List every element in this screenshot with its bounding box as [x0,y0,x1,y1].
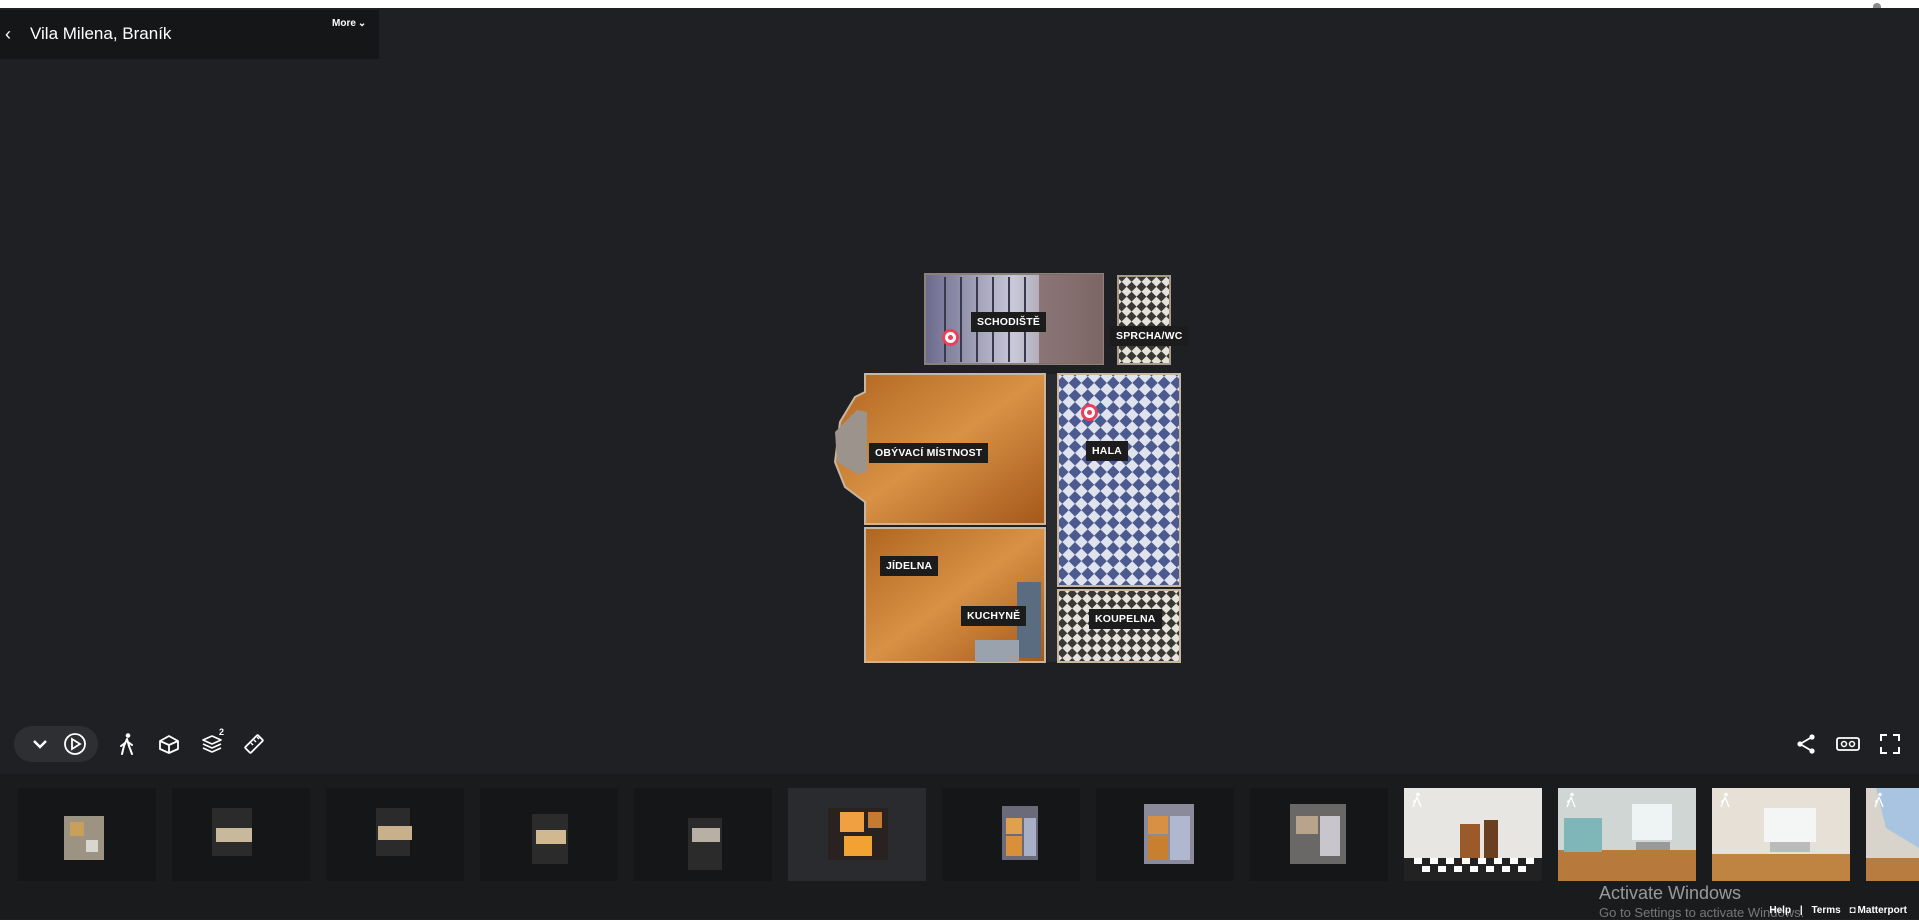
thumbnail-photo[interactable] [1712,788,1850,881]
thumbnail-image [1404,788,1542,881]
footer-links: Help | Terms ◘ Matterport [1763,905,1907,916]
room-label-kuchyne[interactable]: KUCHYNĚ [961,606,1027,626]
room-label-jidelna[interactable]: JÍDELNA [880,556,939,576]
play-icon[interactable] [61,730,89,758]
thumbnail-image [212,808,252,856]
walk-icon [1720,792,1730,808]
thumbnail-image [1558,788,1696,881]
help-link[interactable]: Help [1769,905,1791,916]
floors-icon[interactable]: 2 [198,727,226,758]
chevron-down-icon: ⌄ [357,18,367,29]
title-panel: ‹ Vila Milena, Braník More ⌄ [0,10,379,59]
thumbnail-dollhouse[interactable] [326,788,464,881]
activate-windows-title: Activate Windows [1599,883,1742,903]
vr-icon[interactable] [1834,730,1862,758]
thumbnail-floorplan[interactable] [788,788,926,881]
more-label: More [332,18,356,29]
thumbnail-image [828,808,888,860]
room-label-koupelna[interactable]: KOUPELNA [1089,609,1162,629]
thumbnail-photo[interactable] [1404,788,1542,881]
room-label-sprcha-wc[interactable]: SPRCHA/WC [1110,326,1189,346]
bottom-toolbar-right [1789,726,1919,762]
thumbnail-dollhouse[interactable] [172,788,310,881]
scan-point-marker[interactable] [942,329,959,346]
back-icon[interactable]: ‹ [5,24,23,44]
chevron-down-icon[interactable] [26,730,54,758]
browser-top-bar [0,0,1919,8]
thumbnail-dollhouse[interactable] [634,788,772,881]
thumbnail-dollhouse[interactable] [480,788,618,881]
room-label-schodiste[interactable]: SCHODIŠTĚ [971,312,1047,332]
thumbnail-image [1144,804,1194,864]
fullscreen-icon[interactable] [1876,730,1904,758]
thumbnail-image [1290,804,1346,864]
more-button[interactable]: More ⌄ [332,18,366,29]
tab-indicator [1873,3,1881,8]
walk-icon [1412,792,1422,808]
thumbnail-floorplan[interactable] [1096,788,1234,881]
floors-badge: 2 [218,727,224,737]
thumbnail-image [1002,806,1038,860]
room-label-hala[interactable]: HALA [1086,441,1128,461]
thumbnail-dollhouse[interactable] [18,788,156,881]
share-icon[interactable] [1792,730,1820,758]
thumbnail-photo[interactable] [1558,788,1696,881]
thumbnail-floorplan[interactable] [1250,788,1388,881]
floor-plan[interactable]: SCHODIŠTĚ SPRCHA/WC OBÝVACÍ MÍSTNOST HAL… [795,262,1195,666]
page-title: Vila Milena, Braník [30,24,172,43]
brand-name[interactable]: Matterport [1858,905,1907,916]
measure-icon[interactable] [240,730,268,758]
walk-icon [1874,792,1884,808]
thumbnail-image [688,818,722,870]
thumbnail-image [532,814,568,864]
matterport-logo-icon[interactable]: ◘ [1850,905,1856,916]
thumbnail-image [376,808,412,856]
walk-icon [1566,792,1576,808]
dollhouse-icon[interactable] [155,730,183,758]
thumbnail-floorplan[interactable] [942,788,1080,881]
walk-icon[interactable] [113,730,141,758]
thumbnail-image [64,816,104,860]
thumbnail-image [1712,788,1850,881]
terms-link[interactable]: Terms [1811,905,1840,916]
footer-separator: | [1799,905,1803,916]
room-label-obyvaci-mistnost[interactable]: OBÝVACÍ MÍSTNOST [869,443,989,463]
scan-point-marker[interactable] [1081,404,1098,421]
thumbnail-photo[interactable] [1866,788,1919,881]
